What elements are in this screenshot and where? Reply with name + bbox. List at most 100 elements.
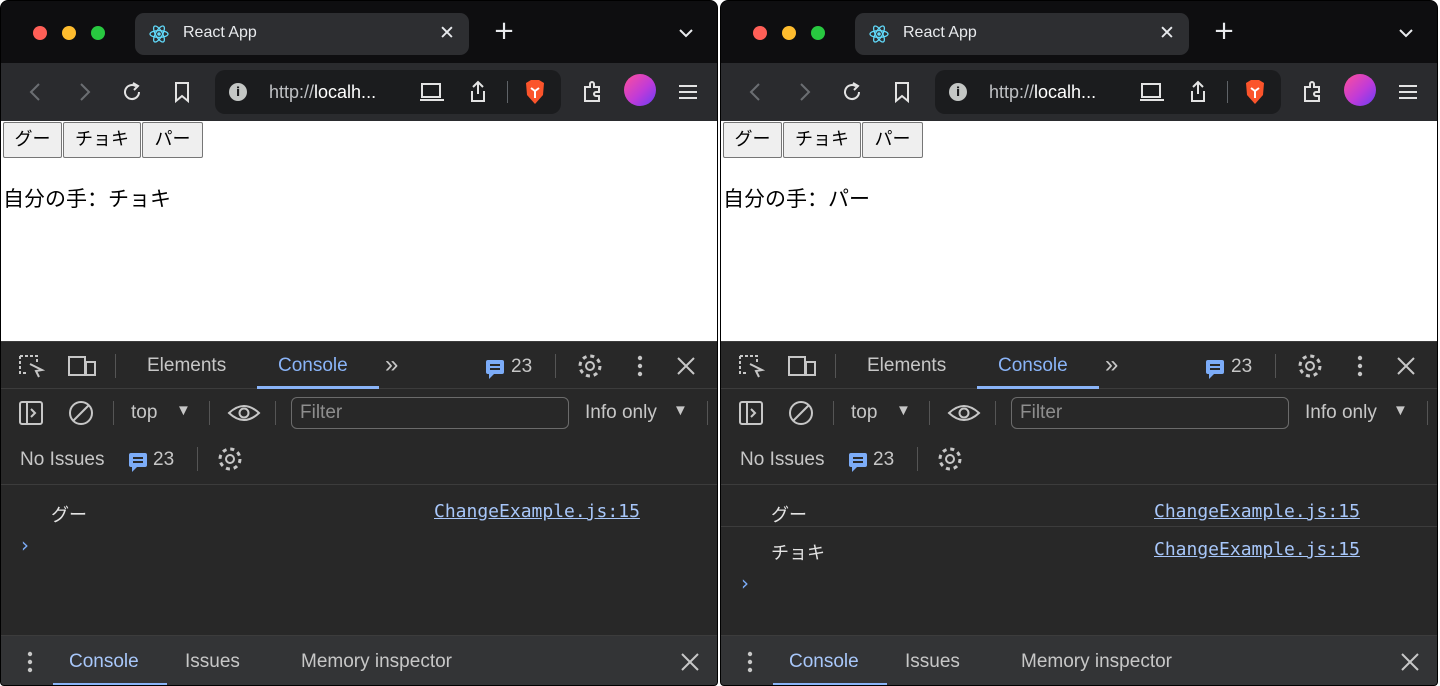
- console-settings-icon[interactable]: [216, 445, 244, 473]
- tab-elements[interactable]: Elements: [147, 355, 226, 377]
- maximize-window-button[interactable]: [811, 26, 825, 40]
- filter-input[interactable]: [1012, 398, 1288, 428]
- bookmark-icon[interactable]: [169, 79, 195, 105]
- more-options-icon[interactable]: [1351, 353, 1369, 379]
- profile-avatar[interactable]: [1344, 74, 1376, 106]
- extensions-icon[interactable]: [1299, 79, 1325, 105]
- close-tab-icon[interactable]: ✕: [435, 21, 459, 45]
- site-info-icon[interactable]: i: [949, 83, 967, 101]
- message-count[interactable]: 23: [511, 356, 532, 378]
- extensions-icon[interactable]: [579, 79, 605, 105]
- context-dropdown-icon[interactable]: ▼: [896, 402, 911, 419]
- log-source-link[interactable]: ChangeExample.js:15: [1154, 539, 1360, 560]
- menu-icon[interactable]: [1395, 79, 1421, 105]
- back-icon[interactable]: [743, 79, 769, 105]
- log-level-selector[interactable]: Info only: [1305, 402, 1377, 424]
- sidebar-toggle-icon[interactable]: [17, 399, 45, 427]
- console-prompt-icon[interactable]: ›: [21, 533, 29, 557]
- issues-count[interactable]: 23: [153, 449, 174, 471]
- paper-button[interactable]: パー: [862, 122, 923, 158]
- settings-gear-icon[interactable]: [576, 352, 604, 380]
- forward-icon[interactable]: [791, 79, 817, 105]
- inspect-element-icon[interactable]: [17, 353, 45, 379]
- log-source-link[interactable]: ChangeExample.js:15: [1154, 501, 1360, 522]
- sidebar-toggle-icon[interactable]: [737, 399, 765, 427]
- drawer-menu-icon[interactable]: [21, 649, 39, 675]
- tab-console[interactable]: Console: [278, 355, 348, 377]
- no-issues-label[interactable]: No Issues: [740, 449, 824, 471]
- drawer-tab-console[interactable]: Console: [789, 651, 859, 673]
- close-devtools-icon[interactable]: [1395, 355, 1417, 377]
- site-info-icon[interactable]: i: [229, 83, 247, 101]
- back-icon[interactable]: [23, 79, 49, 105]
- new-tab-icon[interactable]: +: [1211, 18, 1237, 44]
- drawer-tab-issues[interactable]: Issues: [185, 651, 240, 673]
- device-toolbar-icon[interactable]: [787, 353, 817, 379]
- browser-tab[interactable]: React App ✕: [855, 13, 1189, 55]
- brave-shields-icon[interactable]: [1243, 79, 1267, 105]
- level-dropdown-icon[interactable]: ▼: [673, 402, 688, 419]
- address-bar[interactable]: i http://localh...: [215, 70, 561, 114]
- more-options-icon[interactable]: [631, 353, 649, 379]
- tab-search-chevron-icon[interactable]: [676, 23, 696, 43]
- drawer-menu-icon[interactable]: [741, 649, 759, 675]
- scissors-button[interactable]: チョキ: [63, 122, 141, 158]
- more-tabs-icon[interactable]: »: [385, 351, 398, 379]
- drawer-tab-issues[interactable]: Issues: [905, 651, 960, 673]
- close-drawer-icon[interactable]: [1399, 651, 1421, 673]
- inspect-element-icon[interactable]: [737, 353, 765, 379]
- bookmark-icon[interactable]: [889, 79, 915, 105]
- issues-count[interactable]: 23: [873, 449, 894, 471]
- maximize-window-button[interactable]: [91, 26, 105, 40]
- settings-gear-icon[interactable]: [1296, 352, 1324, 380]
- no-issues-label[interactable]: No Issues: [20, 449, 104, 471]
- drawer-tab-memory-inspector[interactable]: Memory inspector: [301, 651, 452, 673]
- context-selector[interactable]: top: [131, 402, 157, 424]
- reload-icon[interactable]: [119, 79, 145, 105]
- context-selector[interactable]: top: [851, 402, 877, 424]
- console-settings-icon[interactable]: [936, 445, 964, 473]
- share-icon[interactable]: [1187, 79, 1209, 105]
- filter-field[interactable]: [291, 397, 569, 429]
- filter-field[interactable]: [1011, 397, 1289, 429]
- cast-icon[interactable]: [1139, 81, 1165, 103]
- rock-button[interactable]: グー: [3, 122, 62, 158]
- drawer-tab-memory-inspector[interactable]: Memory inspector: [1021, 651, 1172, 673]
- console-prompt-icon[interactable]: ›: [741, 571, 749, 595]
- tab-search-chevron-icon[interactable]: [1396, 23, 1416, 43]
- new-tab-icon[interactable]: +: [491, 18, 517, 44]
- cast-icon[interactable]: [419, 81, 445, 103]
- filter-input[interactable]: [292, 398, 568, 428]
- device-toolbar-icon[interactable]: [67, 353, 97, 379]
- clear-console-icon[interactable]: [67, 399, 95, 427]
- close-window-button[interactable]: [33, 26, 47, 40]
- level-dropdown-icon[interactable]: ▼: [1393, 402, 1408, 419]
- tab-console[interactable]: Console: [998, 355, 1068, 377]
- address-bar[interactable]: i http://localh...: [935, 70, 1281, 114]
- live-expression-eye-icon[interactable]: [947, 401, 981, 425]
- menu-icon[interactable]: [675, 79, 701, 105]
- close-devtools-icon[interactable]: [675, 355, 697, 377]
- brave-shields-icon[interactable]: [523, 79, 547, 105]
- browser-tab[interactable]: React App ✕: [135, 13, 469, 55]
- rock-button[interactable]: グー: [723, 122, 782, 158]
- close-tab-icon[interactable]: ✕: [1155, 21, 1179, 45]
- share-icon[interactable]: [467, 79, 489, 105]
- more-tabs-icon[interactable]: »: [1105, 351, 1118, 379]
- tab-elements[interactable]: Elements: [867, 355, 946, 377]
- minimize-window-button[interactable]: [782, 26, 796, 40]
- paper-button[interactable]: パー: [142, 122, 203, 158]
- forward-icon[interactable]: [71, 79, 97, 105]
- close-drawer-icon[interactable]: [679, 651, 701, 673]
- minimize-window-button[interactable]: [62, 26, 76, 40]
- message-count[interactable]: 23: [1231, 356, 1252, 378]
- reload-icon[interactable]: [839, 79, 865, 105]
- close-window-button[interactable]: [753, 26, 767, 40]
- profile-avatar[interactable]: [624, 74, 656, 106]
- log-source-link[interactable]: ChangeExample.js:15: [434, 501, 640, 522]
- live-expression-eye-icon[interactable]: [227, 401, 261, 425]
- log-level-selector[interactable]: Info only: [585, 402, 657, 424]
- drawer-tab-console[interactable]: Console: [69, 651, 139, 673]
- scissors-button[interactable]: チョキ: [783, 122, 861, 158]
- clear-console-icon[interactable]: [787, 399, 815, 427]
